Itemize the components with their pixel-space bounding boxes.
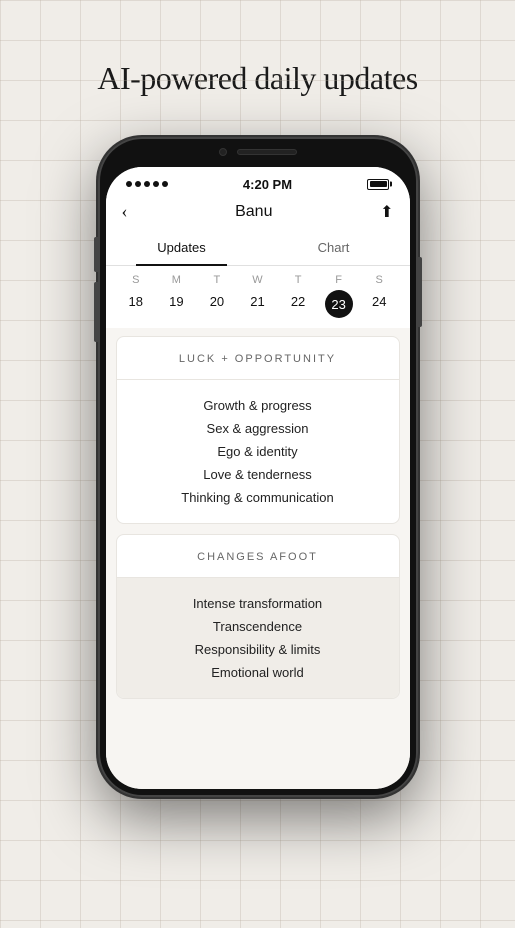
day-label-s1: S — [116, 274, 157, 286]
calendar-dates: 18 19 20 21 22 23 24 — [116, 290, 400, 318]
phone-screen: 4:20 PM ‹ Banu ⬆ Updates Chart — [106, 167, 410, 789]
changes-item-emotional: Emotional world — [133, 661, 383, 684]
screen-content: LUCK + OPPORTUNITY Growth & progress Sex… — [106, 328, 410, 789]
changes-afoot-body: Intense transformation Transcendence Res… — [117, 578, 399, 698]
luck-opportunity-body: Growth & progress Sex & aggression Ego &… — [117, 380, 399, 523]
cal-date-22[interactable]: 22 — [278, 290, 319, 318]
day-label-t1: T — [197, 274, 238, 286]
day-label-t2: T — [278, 274, 319, 286]
luck-opportunity-header: LUCK + OPPORTUNITY — [117, 337, 399, 380]
signal-dot-1 — [126, 181, 132, 187]
day-label-w: W — [237, 274, 278, 286]
changes-afoot-header: CHANGES AFOOT — [117, 535, 399, 578]
signal-dot-4 — [153, 181, 159, 187]
signal-dot-2 — [135, 181, 141, 187]
status-bar: 4:20 PM — [106, 167, 410, 197]
status-time: 4:20 PM — [243, 177, 292, 192]
tab-chart-label: Chart — [318, 240, 350, 255]
changes-item-responsibility: Responsibility & limits — [133, 638, 383, 661]
signal-indicator — [126, 181, 168, 187]
tab-chart[interactable]: Chart — [258, 230, 410, 265]
tab-bar: Updates Chart — [106, 230, 410, 266]
cal-date-21[interactable]: 21 — [237, 290, 278, 318]
cal-date-23-today[interactable]: 23 — [325, 290, 353, 318]
luck-item-thinking: Thinking & communication — [133, 486, 383, 509]
tab-updates-label: Updates — [157, 240, 205, 255]
calendar: S M T W T F S 18 19 20 21 22 23 24 — [106, 266, 410, 328]
signal-dot-3 — [144, 181, 150, 187]
nav-title: Banu — [235, 203, 272, 221]
phone-mockup: 4:20 PM ‹ Banu ⬆ Updates Chart — [0, 127, 515, 797]
signal-dot-5 — [162, 181, 168, 187]
cal-date-19[interactable]: 19 — [156, 290, 197, 318]
battery-fill — [370, 181, 387, 187]
day-label-s2: S — [359, 274, 400, 286]
luck-item-growth: Growth & progress — [133, 394, 383, 417]
battery-icon — [367, 179, 389, 190]
luck-item-love: Love & tenderness — [133, 463, 383, 486]
share-button[interactable]: ⬆ — [380, 202, 393, 222]
changes-afoot-title: CHANGES AFOOT — [197, 551, 318, 563]
cal-date-20[interactable]: 20 — [197, 290, 238, 318]
power-button — [418, 257, 422, 327]
day-label-f: F — [318, 274, 359, 286]
speaker-bar — [237, 149, 297, 155]
phone-notch — [98, 137, 418, 167]
day-label-m: M — [156, 274, 197, 286]
changes-item-intense: Intense transformation — [133, 592, 383, 615]
luck-opportunity-title: LUCK + OPPORTUNITY — [179, 353, 336, 365]
luck-opportunity-card: LUCK + OPPORTUNITY Growth & progress Sex… — [116, 336, 400, 524]
back-button[interactable]: ‹ — [122, 201, 128, 222]
changes-item-transcendence: Transcendence — [133, 615, 383, 638]
cal-date-18[interactable]: 18 — [116, 290, 157, 318]
luck-item-ego: Ego & identity — [133, 440, 383, 463]
tab-updates[interactable]: Updates — [106, 230, 258, 265]
luck-item-sex: Sex & aggression — [133, 417, 383, 440]
camera-dot — [219, 148, 227, 156]
navigation-bar: ‹ Banu ⬆ — [106, 197, 410, 230]
phone-body: 4:20 PM ‹ Banu ⬆ Updates Chart — [98, 137, 418, 797]
calendar-day-labels: S M T W T F S — [116, 274, 400, 286]
volume-button — [94, 282, 98, 342]
changes-afoot-card: CHANGES AFOOT Intense transformation Tra… — [116, 534, 400, 699]
page-title: AI-powered daily updates — [0, 0, 515, 127]
cal-date-24[interactable]: 24 — [359, 290, 400, 318]
